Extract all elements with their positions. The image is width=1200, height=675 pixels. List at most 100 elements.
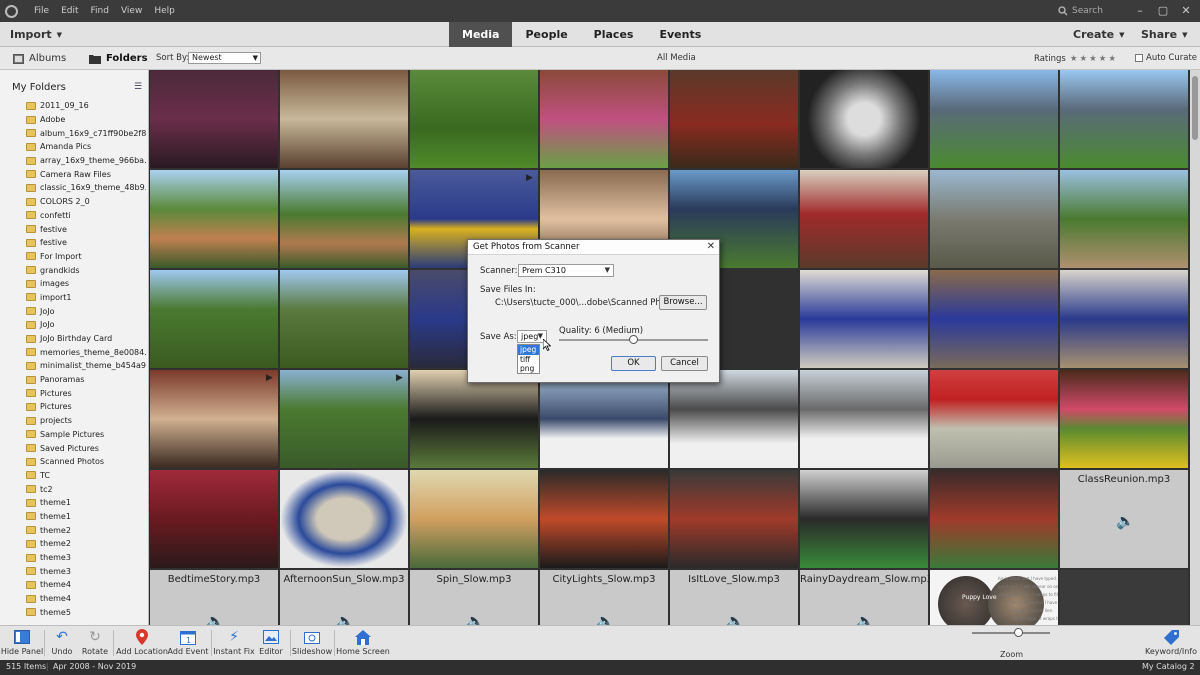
folder-item[interactable]: projects xyxy=(26,414,146,428)
media-thumbnail[interactable] xyxy=(800,370,928,468)
folder-item[interactable]: theme4 xyxy=(26,592,146,606)
media-thumbnail[interactable] xyxy=(800,470,928,568)
ratings-filter[interactable]: Ratings ★★★★★ xyxy=(1034,54,1118,64)
media-thumbnail[interactable] xyxy=(280,370,408,468)
audio-file-tile[interactable]: IsItLove_Slow.mp3 🔈 xyxy=(670,570,798,625)
quality-slider-knob[interactable] xyxy=(629,335,638,344)
media-thumbnail[interactable] xyxy=(800,170,928,268)
media-thumbnail[interactable] xyxy=(670,470,798,568)
ok-button[interactable]: OK xyxy=(611,356,656,371)
media-thumbnail[interactable] xyxy=(150,470,278,568)
media-thumbnail[interactable] xyxy=(930,170,1058,268)
slideshow-button[interactable]: Slideshow xyxy=(292,628,332,660)
media-thumbnail[interactable] xyxy=(1060,370,1188,468)
media-thumbnail[interactable] xyxy=(280,70,408,168)
media-thumbnail[interactable] xyxy=(800,270,928,368)
folder-item[interactable]: TC xyxy=(26,469,146,483)
instant-fix-button[interactable]: ⚡ Instant Fix xyxy=(213,628,254,660)
media-thumbnail[interactable] xyxy=(410,370,538,468)
browse-button[interactable]: Browse... xyxy=(659,295,707,310)
menu-edit[interactable]: Edit xyxy=(61,6,78,16)
media-thumbnail[interactable] xyxy=(540,470,668,568)
folder-item[interactable]: minimalist_theme_b454a9... xyxy=(26,359,146,373)
media-thumbnail[interactable] xyxy=(280,270,408,368)
folder-item[interactable]: theme2 xyxy=(26,537,146,551)
media-thumbnail[interactable] xyxy=(280,170,408,268)
media-thumbnail[interactable] xyxy=(150,70,278,168)
create-button[interactable]: Create ▼ xyxy=(1073,25,1125,44)
dialog-close-icon[interactable]: ✕ xyxy=(707,241,715,252)
maximize-button[interactable]: ▢ xyxy=(1155,3,1171,19)
media-thumbnail[interactable] xyxy=(150,370,278,468)
media-thumbnail[interactable] xyxy=(1060,70,1188,168)
folder-item[interactable]: theme1 xyxy=(26,510,146,524)
share-button[interactable]: Share ▼ xyxy=(1141,25,1187,44)
audio-file-tile[interactable]: RainyDaydream_Slow.mp3 🔈 xyxy=(800,570,933,625)
folder-item[interactable]: Sample Pictures xyxy=(26,428,146,442)
folder-item[interactable]: memories_theme_8e0084... xyxy=(26,345,146,359)
zoom-slider-track[interactable] xyxy=(972,632,1050,634)
sort-select[interactable]: Newest ▼ xyxy=(188,52,261,64)
media-thumbnail[interactable] xyxy=(540,70,668,168)
media-thumbnail[interactable] xyxy=(800,70,928,168)
home-screen-button[interactable]: Home Screen xyxy=(336,628,390,660)
media-thumbnail[interactable] xyxy=(150,170,278,268)
menu-find[interactable]: Find xyxy=(91,6,109,16)
undo-button[interactable]: ↶ Undo xyxy=(48,628,76,660)
search-box[interactable]: Search xyxy=(1058,4,1116,18)
folder-item[interactable]: JoJo xyxy=(26,304,146,318)
star-icons[interactable]: ★★★★★ xyxy=(1070,54,1118,64)
media-thumbnail[interactable] xyxy=(1060,170,1188,268)
tab-people[interactable]: People xyxy=(512,22,580,47)
add-event-button[interactable]: 1 Add Event xyxy=(168,628,208,660)
audio-file-tile[interactable]: ClassReunion.mp3 🔈 xyxy=(1060,470,1188,568)
media-thumbnail[interactable] xyxy=(930,470,1058,568)
audio-file-tile[interactable]: CityLights_Slow.mp3 🔈 xyxy=(540,570,668,625)
folders-tab[interactable]: Folders xyxy=(89,47,148,70)
folder-item[interactable]: array_16x9_theme_966ba... xyxy=(26,154,146,168)
media-thumbnail[interactable] xyxy=(930,270,1058,368)
cancel-button[interactable]: Cancel xyxy=(661,356,708,371)
media-thumbnail[interactable] xyxy=(670,70,798,168)
media-thumbnail[interactable] xyxy=(410,470,538,568)
folder-item[interactable]: festive xyxy=(26,222,146,236)
folder-item[interactable]: 2011_09_16 xyxy=(26,99,146,113)
format-option-jpeg[interactable]: jpeg xyxy=(518,345,539,355)
folder-item[interactable]: Camera Raw Files xyxy=(26,167,146,181)
media-thumbnail[interactable] xyxy=(930,70,1058,168)
format-option-tiff[interactable]: tiff xyxy=(518,355,539,365)
audio-file-tile[interactable]: BedtimeStory.mp3 🔈 xyxy=(150,570,278,625)
close-window-button[interactable]: ✕ xyxy=(1178,3,1194,19)
folder-item[interactable]: Amanda Pics xyxy=(26,140,146,154)
tab-events[interactable]: Events xyxy=(646,22,714,47)
folder-item[interactable]: images xyxy=(26,277,146,291)
folder-item[interactable]: theme1 xyxy=(26,496,146,510)
panel-options-icon[interactable]: ☰ xyxy=(134,82,142,92)
folder-item[interactable]: theme4 xyxy=(26,578,146,592)
folder-item[interactable]: Panoramas xyxy=(26,373,146,387)
folder-item[interactable]: Pictures xyxy=(26,400,146,414)
import-button[interactable]: Import ▼ xyxy=(4,25,64,44)
media-thumbnail[interactable] xyxy=(930,370,1058,468)
folder-item[interactable]: import1 xyxy=(26,291,146,305)
tab-media[interactable]: Media xyxy=(449,22,513,47)
auto-curate-checkbox[interactable] xyxy=(1135,54,1143,62)
folder-item[interactable]: tc2 xyxy=(26,482,146,496)
folder-item[interactable]: theme2 xyxy=(26,523,146,537)
folder-item[interactable]: Saved Pictures xyxy=(26,441,146,455)
folder-item[interactable]: theme3 xyxy=(26,564,146,578)
minimize-button[interactable]: – xyxy=(1132,3,1148,19)
albums-tab[interactable]: Albums xyxy=(13,47,66,70)
folder-item[interactable]: Scanned Photos xyxy=(26,455,146,469)
format-option-png[interactable]: png xyxy=(518,364,539,374)
grid-scrollbar[interactable] xyxy=(1190,70,1200,625)
auto-curate-toggle[interactable]: Auto Curate xyxy=(1135,53,1197,63)
folder-item[interactable]: Pictures xyxy=(26,386,146,400)
folder-item[interactable]: festive xyxy=(26,236,146,250)
media-thumbnail[interactable] xyxy=(150,270,278,368)
scanner-select[interactable]: Prem C310 ▼ xyxy=(518,264,614,277)
folder-item[interactable]: Adobe xyxy=(26,113,146,127)
add-location-button[interactable]: Add Location xyxy=(116,628,168,660)
rotate-button[interactable]: ↻ Rotate xyxy=(80,628,110,660)
folder-item[interactable]: COLORS 2_0 xyxy=(26,195,146,209)
